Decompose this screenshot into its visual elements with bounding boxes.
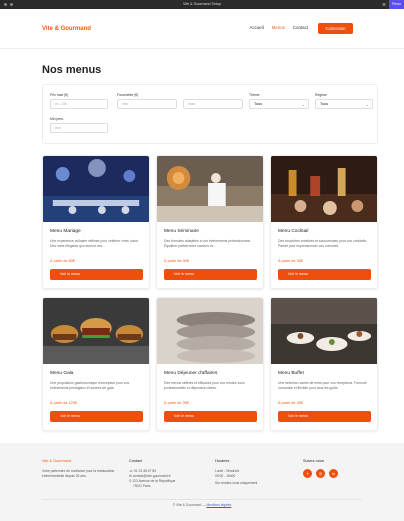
theme-value: Tous: [254, 102, 263, 106]
footer-phone[interactable]: 01 23 45 67 89: [134, 469, 156, 473]
card-price: À partir de 45€: [278, 401, 303, 405]
nav-menus[interactable]: Menus: [272, 25, 285, 30]
prix-max-input[interactable]: ex. 100: [50, 99, 108, 109]
nav-accueil[interactable]: Accueil: [250, 25, 264, 30]
footer-hours-title: Horaires: [215, 459, 230, 463]
voir-menu-button[interactable]: Voir le menu: [50, 411, 143, 422]
copyright-text: © Vite & Gourmand —: [172, 503, 206, 507]
chevron-down-icon: ⌄: [365, 102, 369, 107]
prix-max-label: Prix max (€): [50, 93, 69, 97]
card-description: Une expérience culinaire raffinée pour c…: [50, 239, 140, 248]
card-price: À partir de 30€: [278, 259, 303, 263]
menu-mariage-image: [43, 156, 149, 222]
chevron-down-icon: ⌄: [301, 102, 305, 107]
facebook-icon[interactable]: f: [303, 469, 312, 478]
menu-card-dejeuner: Menu Déjeuner d'affaires Des menus raffi…: [156, 297, 264, 431]
theme-label: Thème: [249, 93, 260, 97]
voir-menu-button[interactable]: Voir le menu: [164, 269, 257, 280]
nav-contact[interactable]: Contact: [293, 25, 308, 30]
card-description: Une proposition gastronomique d'exceptio…: [50, 381, 130, 390]
extensions-icon[interactable]: ⌘: [382, 2, 386, 7]
card-price: À partir de 35€: [164, 401, 189, 405]
menu-dejeuner-image: [157, 298, 263, 364]
main-nav: Accueil Menus Contact: [250, 25, 308, 30]
card-price: À partir de 120€: [50, 401, 78, 405]
card-description: Une sélection variée de mets pour vos ré…: [278, 381, 367, 390]
footer-divider: [42, 499, 362, 500]
menu-cocktail-image: [271, 156, 377, 222]
card-price: À partir de 40€: [164, 259, 189, 263]
card-title: Menu Cocktail: [278, 229, 309, 234]
footer-address-line2: 75011 Paris: [133, 484, 151, 488]
footer-brand: Vite & Gourmand: [42, 459, 72, 463]
voir-menu-button[interactable]: Voir le menu: [278, 411, 371, 422]
footer-social-column: Suivez-nous f ◎ in: [303, 459, 363, 478]
menu-buffet-image: [271, 298, 377, 364]
profile-button[interactable]: Perso: [389, 0, 404, 9]
card-title: Menu Gala: [50, 371, 74, 376]
instagram-icon[interactable]: ◎: [316, 469, 325, 478]
card-title: Menu Déjeuner d'affaires: [164, 371, 218, 376]
filters-panel: Prix max (€) ex. 100 Fourchette (€) min …: [42, 84, 378, 144]
fourchette-max-input[interactable]: max: [183, 99, 243, 109]
voir-menu-button[interactable]: Voir le menu: [50, 269, 143, 280]
footer-address-line1: 123 Avenue de la République: [132, 479, 176, 483]
min-pers-input[interactable]: min: [50, 123, 108, 133]
footer-brand-column: Vite & Gourmand Votre partenaire de conf…: [42, 459, 118, 479]
connexion-button[interactable]: Connexion: [318, 23, 353, 34]
page-title: Nos menus: [42, 64, 102, 76]
card-description: Des bouchées créatives et savoureuses po…: [278, 239, 367, 248]
card-title: Menu Buffet: [278, 371, 304, 376]
menu-card-gala: Menu Gala Une proposition gastronomique …: [42, 297, 150, 431]
footer-social-title: Suivez-nous: [303, 459, 324, 463]
footer-hours-time: 09:00 - 18h00: [215, 474, 236, 478]
site-header: Vite & Gourmand Accueil Menus Contact Co…: [0, 9, 404, 49]
card-price: À partir de 80€: [50, 259, 75, 263]
voir-menu-button[interactable]: Voir le menu: [164, 411, 257, 422]
fourchette-label: Fourchette (€): [117, 93, 139, 97]
footer-brand-text: Votre partenaire de confiance pour la re…: [42, 469, 115, 478]
footer-contact-column: Contact ☏ 01 23 45 67 89 ✉ contact@vite-…: [129, 459, 209, 489]
site-logo[interactable]: Vite & Gourmand: [42, 26, 91, 32]
regime-select[interactable]: Tous ⌄: [315, 99, 373, 109]
site-footer: Vite & Gourmand Votre partenaire de conf…: [0, 443, 404, 521]
footer-email[interactable]: contact@vite-gourmand.fr: [133, 474, 171, 478]
card-description: Des menus raffinés et efficaces pour vos…: [164, 381, 245, 390]
footer-hours-column: Horaires Lundi - Vendredi 09:00 - 18h00 …: [215, 459, 295, 486]
browser-titlebar: Vite & Gourmand Setup ⌘ Perso: [0, 0, 404, 9]
theme-select[interactable]: Tous ⌄: [249, 99, 309, 109]
menu-card-seminaire: Menu Séminaire Des formules adaptées à v…: [156, 155, 264, 289]
regime-value: Tous: [320, 102, 329, 106]
menu-gala-image: [43, 298, 149, 364]
footer-hours-note: Sur rendez-vous uniquement: [215, 481, 258, 485]
voir-menu-button[interactable]: Voir le menu: [278, 269, 371, 280]
mentions-legales-link[interactable]: Mentions légales: [206, 503, 231, 507]
card-title: Menu Séminaire: [164, 229, 199, 234]
footer-copyright: © Vite & Gourmand — Mentions légales: [0, 503, 404, 507]
menu-seminaire-image: [157, 156, 263, 222]
linkedin-icon[interactable]: in: [329, 469, 338, 478]
menu-card-mariage: Menu Mariage Une expérience culinaire ra…: [42, 155, 150, 289]
regime-label: Régime: [315, 93, 327, 97]
card-description: Des formules adaptées à vos événements p…: [164, 239, 252, 248]
card-title: Menu Mariage: [50, 229, 81, 234]
footer-contact-title: Contact: [129, 459, 143, 463]
fourchette-min-input[interactable]: min: [117, 99, 177, 109]
window-title: Vite & Gourmand Setup: [183, 2, 221, 6]
menu-card-buffet: Menu Buffet Une sélection variée de mets…: [270, 297, 378, 431]
min-pers-label: Min pers.: [50, 117, 64, 121]
menu-card-cocktail: Menu Cocktail Des bouchées créatives et …: [270, 155, 378, 289]
